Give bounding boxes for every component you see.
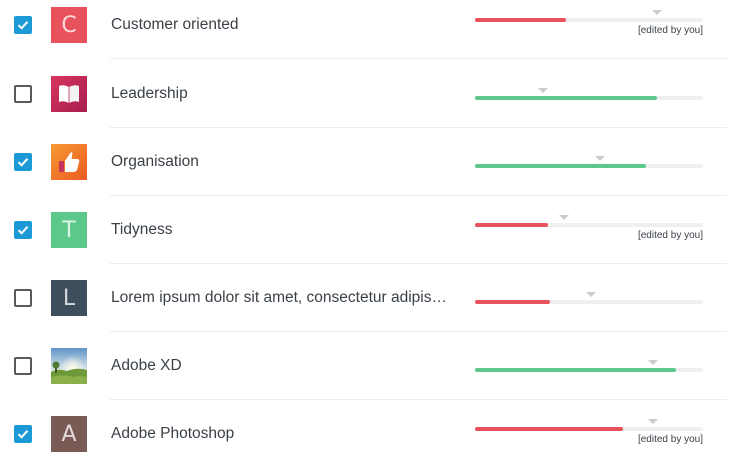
rating-bar[interactable] bbox=[475, 60, 703, 128]
row-checkbox[interactable] bbox=[14, 85, 32, 103]
rating-track bbox=[475, 368, 703, 372]
item-label: Leadership bbox=[111, 85, 188, 102]
skills-list: C Customer oriented [edited by you] Leaders… bbox=[0, 0, 743, 464]
target-marker-icon bbox=[652, 10, 663, 15]
target-marker-icon bbox=[558, 215, 569, 220]
list-item: A Adobe Photoshop [edited by you] bbox=[0, 400, 743, 468]
item-label: Lorem ipsum dolor sit amet, consectetur … bbox=[111, 289, 451, 306]
rating-bar[interactable]: [edited by you] bbox=[475, 0, 703, 59]
item-label: Adobe Photoshop bbox=[111, 425, 235, 442]
rating-fill bbox=[475, 96, 658, 100]
avatar: L bbox=[51, 280, 87, 316]
avatar: T bbox=[51, 212, 87, 248]
avatar-letter: T bbox=[62, 217, 76, 243]
row-checkbox[interactable] bbox=[14, 16, 32, 34]
row-checkbox[interactable] bbox=[14, 357, 32, 375]
target-marker-icon bbox=[647, 419, 658, 424]
row-divider bbox=[110, 58, 727, 59]
landscape-photo bbox=[51, 348, 87, 384]
rating-track bbox=[475, 96, 703, 100]
rating-bar[interactable] bbox=[475, 332, 703, 400]
list-item: C Customer oriented [edited by you] bbox=[0, 0, 743, 59]
avatar: A bbox=[51, 416, 87, 452]
rating-fill bbox=[475, 164, 646, 168]
avatar: C bbox=[51, 7, 87, 43]
avatar-letter: A bbox=[61, 421, 77, 447]
list-item: L Lorem ipsum dolor sit amet, consectetur… bbox=[0, 264, 743, 332]
rating-track bbox=[475, 164, 703, 168]
rating-track bbox=[475, 18, 703, 22]
edited-note: [edited by you] bbox=[637, 25, 703, 36]
avatar-letter: C bbox=[61, 12, 77, 38]
target-marker-icon bbox=[586, 292, 597, 297]
list-item: Leadership bbox=[0, 60, 743, 128]
list-item: Organisation bbox=[0, 128, 743, 196]
edited-note: [edited by you] bbox=[637, 230, 703, 241]
item-label: Tidyness bbox=[111, 221, 173, 238]
rating-bar[interactable] bbox=[475, 128, 703, 196]
edited-note: [edited by you] bbox=[637, 434, 703, 445]
checkmark-icon bbox=[17, 430, 29, 439]
book-icon bbox=[51, 76, 87, 112]
rating-fill bbox=[475, 368, 676, 372]
checkmark-icon bbox=[17, 21, 29, 30]
checkmark-icon bbox=[17, 158, 29, 167]
item-label: Customer oriented bbox=[111, 16, 239, 33]
rating-track bbox=[475, 300, 703, 304]
item-label: Organisation bbox=[111, 153, 199, 170]
rating-fill bbox=[475, 300, 551, 304]
list-item: T Tidyness [edited by you] bbox=[0, 196, 743, 264]
rating-fill bbox=[475, 18, 567, 22]
target-marker-icon bbox=[647, 360, 658, 365]
target-marker-icon bbox=[538, 88, 549, 93]
list-item: Adobe XD bbox=[0, 332, 743, 400]
thumbs-up-icon bbox=[51, 144, 87, 180]
target-marker-icon bbox=[595, 156, 606, 161]
item-label: Adobe XD bbox=[111, 357, 182, 374]
rating-track bbox=[475, 427, 703, 431]
checkmark-icon bbox=[17, 226, 29, 235]
row-checkbox[interactable] bbox=[14, 221, 32, 239]
row-checkbox[interactable] bbox=[14, 289, 32, 307]
avatar-letter: L bbox=[62, 285, 76, 311]
rating-fill bbox=[475, 223, 548, 227]
row-checkbox[interactable] bbox=[14, 425, 32, 443]
rating-track bbox=[475, 223, 703, 227]
row-checkbox[interactable] bbox=[14, 153, 32, 171]
rating-fill bbox=[475, 427, 624, 431]
rating-bar[interactable]: [edited by you] bbox=[475, 196, 703, 264]
rating-bar[interactable]: [edited by you] bbox=[475, 400, 703, 468]
rating-bar[interactable] bbox=[475, 264, 703, 332]
